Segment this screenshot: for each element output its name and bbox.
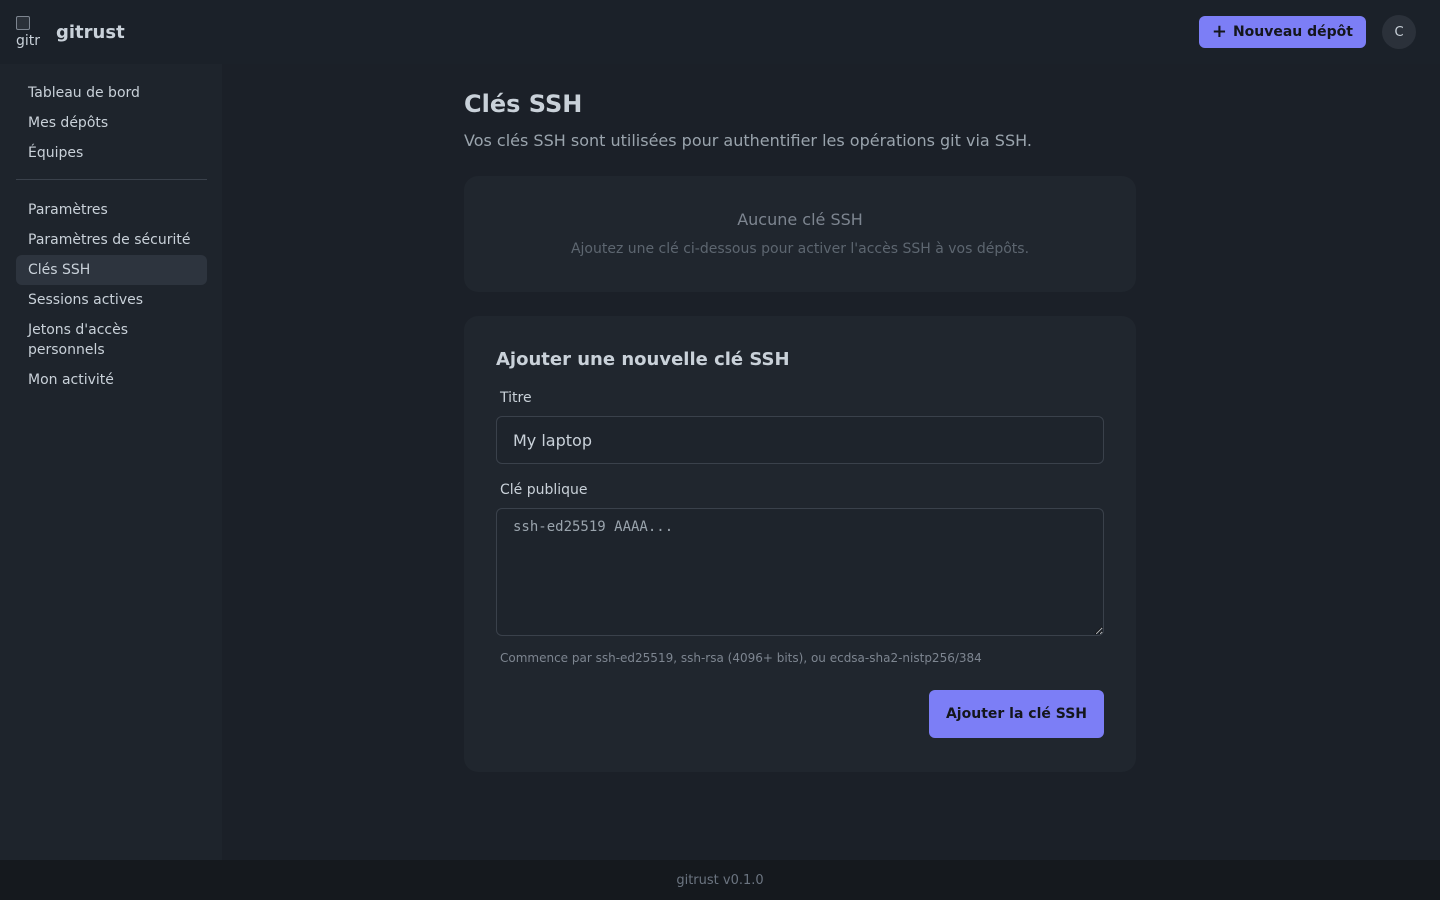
form-actions: Ajouter la clé SSH bbox=[496, 690, 1104, 738]
main-content: Clés SSH Vos clés SSH sont utilisées pou… bbox=[222, 64, 1440, 860]
top-actions: + Nouveau dépôt C bbox=[1198, 15, 1416, 49]
empty-state-card: Aucune clé SSH Ajoutez une clé ci-dessou… bbox=[464, 176, 1136, 292]
brand[interactable]: gitr gitrust bbox=[16, 16, 125, 48]
sidebar-item-access-tokens[interactable]: Jetons d'accès personnels bbox=[16, 315, 207, 365]
plus-icon: + bbox=[1211, 21, 1227, 42]
sidebar-item-ssh-keys[interactable]: Clés SSH bbox=[16, 255, 207, 285]
sidebar-item-my-repos[interactable]: Mes dépôts bbox=[16, 108, 207, 138]
new-repo-button[interactable]: + Nouveau dépôt bbox=[1198, 16, 1366, 48]
public-key-textarea[interactable] bbox=[496, 508, 1104, 636]
user-avatar[interactable]: C bbox=[1382, 15, 1416, 49]
sidebar-divider bbox=[16, 179, 207, 180]
page-title: Clés SSH bbox=[464, 90, 583, 118]
title-input[interactable] bbox=[496, 416, 1104, 464]
logo-alt-text: gitr bbox=[16, 33, 41, 48]
footer: gitrust v0.1.0 bbox=[0, 860, 1440, 900]
empty-state-title: Aucune clé SSH bbox=[737, 210, 863, 229]
footer-version: gitrust v0.1.0 bbox=[676, 872, 764, 888]
sidebar-item-teams[interactable]: Équipes bbox=[16, 138, 207, 168]
ssh-keys-section: Clés SSH Vos clés SSH sont utilisées pou… bbox=[464, 90, 1136, 772]
sidebar-item-security-settings[interactable]: Paramètres de sécurité bbox=[16, 225, 207, 255]
add-ssh-key-button[interactable]: Ajouter la clé SSH bbox=[928, 690, 1104, 738]
top-bar: gitr gitrust + Nouveau dépôt C bbox=[0, 0, 1440, 64]
page-subtitle: Vos clés SSH sont utilisées pour authent… bbox=[464, 131, 1032, 150]
sidebar: Tableau de bord Mes dépôts Équipes Param… bbox=[0, 64, 222, 860]
logo-image: gitr bbox=[16, 16, 48, 48]
add-ssh-key-form: Ajouter une nouvelle clé SSH Titre Clé p… bbox=[464, 316, 1136, 772]
sidebar-item-active-sessions[interactable]: Sessions actives bbox=[16, 285, 207, 315]
sidebar-item-settings[interactable]: Paramètres bbox=[16, 195, 207, 225]
title-label: Titre bbox=[500, 390, 532, 406]
new-repo-label: Nouveau dépôt bbox=[1232, 24, 1353, 40]
broken-image-icon bbox=[16, 16, 30, 30]
public-key-label: Clé publique bbox=[500, 482, 588, 498]
brand-name[interactable]: gitrust bbox=[56, 22, 125, 43]
form-title: Ajouter une nouvelle clé SSH bbox=[496, 349, 790, 370]
empty-state-description: Ajoutez une clé ci-dessous pour activer … bbox=[570, 241, 1030, 257]
sidebar-item-dashboard[interactable]: Tableau de bord bbox=[16, 78, 207, 108]
sidebar-item-my-activity[interactable]: Mon activité bbox=[16, 365, 207, 395]
public-key-hint: Commence par ssh-ed25519, ssh-rsa (4096+… bbox=[500, 651, 982, 665]
